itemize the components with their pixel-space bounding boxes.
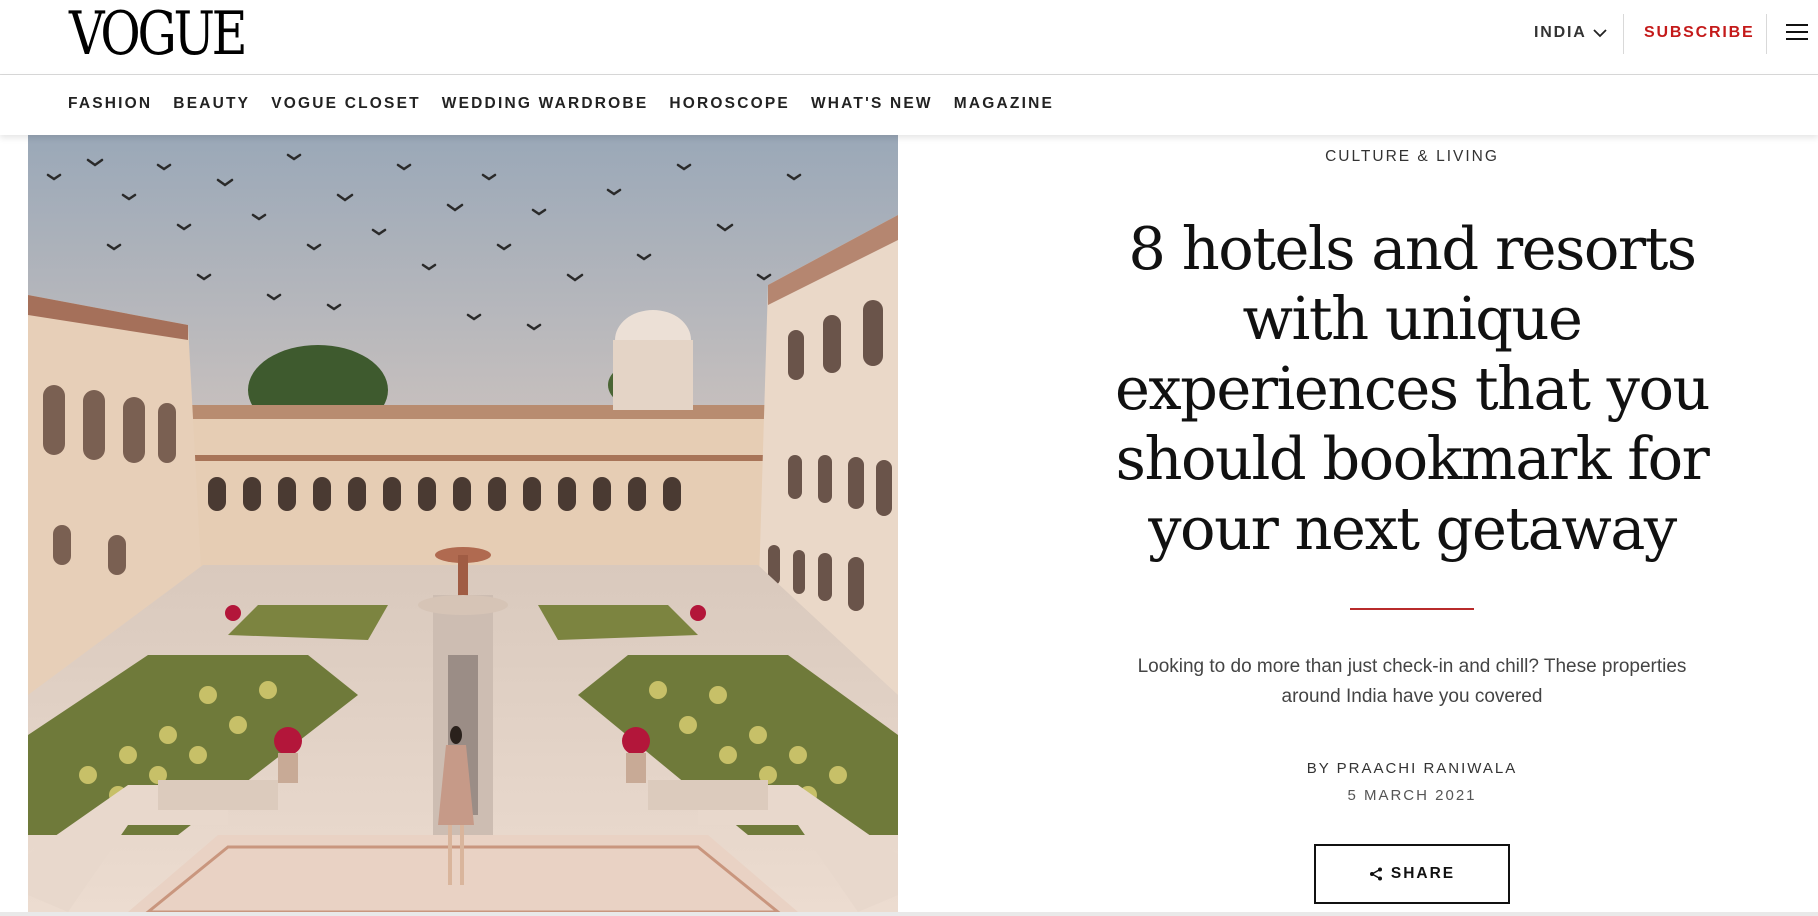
hamburger-menu-icon[interactable] [1786,24,1808,42]
share-label: SHARE [1390,865,1456,882]
nav-item-wedding-wardrobe[interactable]: WEDDING WARDROBE [442,95,649,113]
headline-divider [1350,608,1474,610]
edition-label: INDIA [1534,24,1587,41]
header-divider [1766,14,1767,54]
hero-image [28,135,898,912]
article-headline: 8 hotels and resorts with unique experie… [1114,214,1711,563]
nav-item-vogue-closet[interactable]: VOGUE CLOSET [271,95,421,113]
article-dek: Looking to do more than just check-in an… [1137,656,1687,707]
chevron-down-icon [1592,29,1607,38]
edition-selector[interactable]: INDIA [1534,24,1607,42]
nav-item-horoscope[interactable]: HOROSCOPE [669,95,790,113]
site-header: VOGUE INDIA SUBSCRIBE [0,0,1818,75]
share-button[interactable]: SHARE [1314,844,1510,904]
main-nav: FASHION BEAUTY VOGUE CLOSET WEDDING WARD… [0,75,1818,135]
subscribe-link[interactable]: SUBSCRIBE [1644,24,1754,42]
nav-item-magazine[interactable]: MAGAZINE [954,95,1054,113]
share-icon [1369,867,1382,881]
nav-item-fashion[interactable]: FASHION [68,95,152,113]
article-rubric[interactable]: CULTURE & LIVING [1100,148,1724,166]
header-divider [1623,14,1624,54]
article-byline[interactable]: BY PRAACHI RANIWALA [1100,760,1724,777]
article-header: CULTURE & LIVING 8 hotels and resorts wi… [1100,135,1724,904]
nav-item-whats-new[interactable]: WHAT'S NEW [811,95,933,113]
article-date: 5 MARCH 2021 [1347,787,1477,804]
vogue-logo[interactable]: VOGUE [69,2,248,66]
page-bottom-divider [0,912,1818,916]
nav-item-beauty[interactable]: BEAUTY [173,95,250,113]
